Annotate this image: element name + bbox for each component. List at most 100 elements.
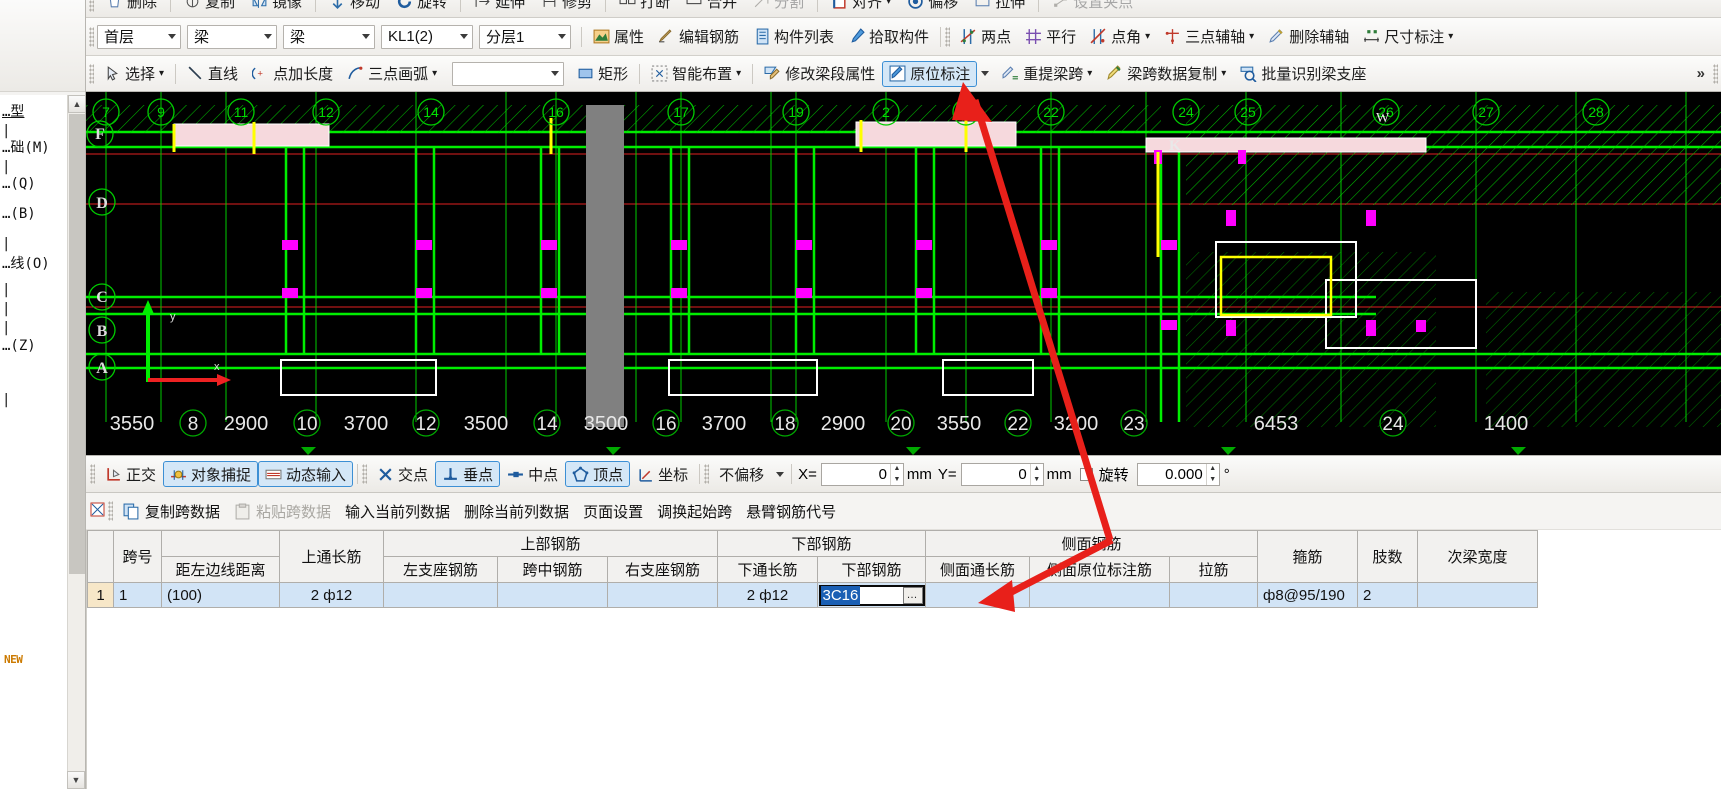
shape-combo[interactable] [452,61,565,86]
cell-limbs[interactable]: 2 [1357,582,1418,608]
delete-button[interactable]: 删除 [99,0,164,15]
component-list-button[interactable]: 构件列表 [746,24,841,50]
tree-item-2[interactable]: …(Q) [0,177,66,191]
bottom-rebar-editor[interactable]: 3C16 … [818,584,925,606]
input-current-column-button[interactable]: 输入当前列数据 [338,499,457,524]
stepper-down-icon[interactable]: ▼ [1031,474,1043,485]
perpendicular-button[interactable]: 垂点 [435,461,501,487]
object-snap-button[interactable]: 对象捕捉 [163,461,259,487]
set-grip-button[interactable]: 设置夹点 [1045,0,1140,15]
stepper-down-icon[interactable]: ▼ [1207,474,1219,485]
cell-side-through[interactable] [925,582,1030,608]
select-button[interactable]: 选择 ▾ [97,61,171,87]
tree-item-0[interactable]: …型 [0,105,66,119]
reinforcement-grid[interactable]: 跨号 上通长筋 上部钢筋 下部钢筋 侧面钢筋 箍筋 肢数 次梁宽度 距左边线距离… [87,530,1538,608]
chevron-down-icon[interactable] [981,71,990,76]
floor-combo[interactable]: 首层 [97,24,181,49]
batch-recognize-support-button[interactable]: 批量识别梁支座 [1233,61,1373,87]
layer-combo[interactable]: 分层1 [479,24,571,49]
stepper-up-icon[interactable]: ▲ [891,464,903,475]
span-reinforcement-table[interactable]: 跨号 上通长筋 上部钢筋 下部钢筋 侧面钢筋 箍筋 肢数 次梁宽度 距左边线距离… [86,530,1721,789]
stepper-down-icon[interactable]: ▼ [891,474,903,485]
extend-button[interactable]: 延伸 [467,0,532,15]
move-button[interactable]: 移动 [322,0,387,15]
trim-button[interactable]: 修剪 [534,0,599,15]
delete-axis-button[interactable]: 删除辅轴 [1261,24,1356,50]
header-dist-left[interactable]: 距左边线距离 [161,556,280,583]
dimension-button[interactable]: 尺寸标注 ▾ [1356,24,1460,50]
rotate-input[interactable] [1137,463,1206,485]
three-point-arc-button[interactable]: 三点画弧 ▾ [340,61,444,87]
subcategory-combo[interactable]: 梁 [283,24,375,49]
toolbar-grip[interactable] [945,26,951,47]
dynamic-input-button[interactable]: 动态输入 [258,461,354,487]
toolbar-grip[interactable] [108,501,113,521]
toolbar-grip[interactable] [89,0,94,12]
tree-item-1[interactable]: …础(M) [0,141,66,155]
cell-stirrup[interactable]: ф8@95/190 [1257,582,1358,608]
copy-span-data-button[interactable]: 梁跨数据复制 ▾ [1099,61,1233,87]
modify-beam-segment-button[interactable]: 修改梁段属性 [757,61,882,87]
header-side-rebar-group[interactable]: 侧面钢筋 [925,530,1258,557]
header-limbs[interactable]: 肢数 [1357,530,1418,583]
drawing-tools-toolbar[interactable]: 选择 ▾ 直线 + 点加长度 三点画弧 ▾ 矩形 智能布置 ▾ 修改梁段属性 原… [85,56,1721,92]
header-stirrup[interactable]: 箍筋 [1257,530,1358,583]
header-bottom-through[interactable]: 下通长筋 [717,556,818,583]
pick-component-button[interactable]: 拾取构件 [841,24,936,50]
re-extract-span-button[interactable]: 重提梁跨 ▾ [995,61,1099,87]
cell-sec-beam-width[interactable] [1417,582,1538,608]
stepper-up-icon[interactable]: ▲ [1031,464,1043,475]
rotate-checkbox[interactable] [1079,467,1093,481]
drawing-canvas[interactable]: 7 9 11 12 14 16 17 19 2 21 22 24 25 26 27 28 FD CB… [86,92,1721,455]
mirror-button[interactable]: 镜像 [244,0,309,15]
y-offset-stepper[interactable]: ▲▼ [960,462,1044,486]
point-angle-button[interactable]: 点角 ▾ [1083,24,1157,50]
bottom-rebar-value[interactable]: 3C16 [820,585,861,605]
header-tie-bar[interactable]: 拉筋 [1169,556,1258,583]
toolbar-grip[interactable] [362,464,368,484]
y-stepper-arrows[interactable]: ▲ ▼ [1029,463,1043,485]
component-selection-toolbar[interactable]: 首层 梁 梁 KL1(2) 分层1 属性 编辑钢筋 构件列表 拾取构件 两点 平… [85,18,1721,56]
ortho-button[interactable]: 正交 [98,461,163,487]
cell-left-support[interactable] [383,582,498,608]
cantilever-rebar-code-button[interactable]: 悬臂钢筋代号 [739,499,843,524]
offset-button[interactable]: 偏移 [900,0,965,15]
cell-top-through[interactable]: 2 ф12 [279,582,384,608]
stretch-button[interactable]: 拉伸 [967,0,1032,15]
page-setup-button[interactable]: 页面设置 [576,499,650,524]
tree-item-5[interactable]: …(Z) [0,339,66,353]
header-side-through[interactable]: 侧面通长筋 [925,556,1030,583]
rotate-button[interactable]: 旋转 [389,0,454,15]
cell-span-no[interactable]: 1 [113,582,162,608]
offset-mode-combo[interactable]: 不偏移 [712,461,787,487]
header-side-in-situ[interactable]: 侧面原位标注筋 [1029,556,1170,583]
swap-start-span-button[interactable]: 调换起始跨 [650,499,739,524]
stepper-up-icon[interactable]: ▲ [1207,464,1219,475]
parallel-button[interactable]: 平行 [1018,24,1083,50]
cell-mid-span[interactable] [497,582,608,608]
y-offset-input[interactable] [961,463,1030,485]
toolbar-grip[interactable] [1713,63,1718,84]
header-bottom-rebar[interactable]: 下部钢筋 [817,556,926,583]
header-right-support[interactable]: 右支座钢筋 [607,556,718,583]
midpoint-button[interactable]: 中点 [500,461,565,487]
module-tree-scrollbar[interactable]: ▲ [67,95,85,789]
table-row[interactable]: 1 1 (100) 2 ф12 2 ф12 3C16 … ф8@95/190 2 [87,582,1538,608]
tree-item-3[interactable]: …(B) [0,207,66,221]
x-stepper-arrows[interactable]: ▲ ▼ [889,463,903,485]
two-point-button[interactable]: 两点 [953,24,1018,50]
cell-bottom-rebar[interactable]: 3C16 … [817,582,926,608]
scrollbar-thumb[interactable] [69,114,85,574]
properties-button[interactable]: 属性 [586,24,651,50]
point-length-button[interactable]: + 点加长度 [245,61,340,87]
toolbar-grip[interactable] [89,63,94,84]
row-number[interactable]: 1 [87,582,114,608]
cell-bottom-through[interactable]: 2 ф12 [717,582,818,608]
split-button[interactable]: 分割 [746,0,811,15]
edit-toolbar[interactable]: 删除 复制 镜像 移动 旋转 延伸 修剪 打断 合并 分割 对齐 ▾ 偏移 拉伸… [85,0,1721,18]
header-left-support[interactable]: 左支座钢筋 [383,556,498,583]
break-button[interactable]: 打断 [612,0,677,15]
line-button[interactable]: 直线 [180,61,245,87]
chevron-up-icon[interactable]: ▲ [68,95,85,113]
module-tree[interactable]: ▲ …型 | …础(M) | …(Q) …(B) | …线(O) | | | …… [0,95,85,789]
